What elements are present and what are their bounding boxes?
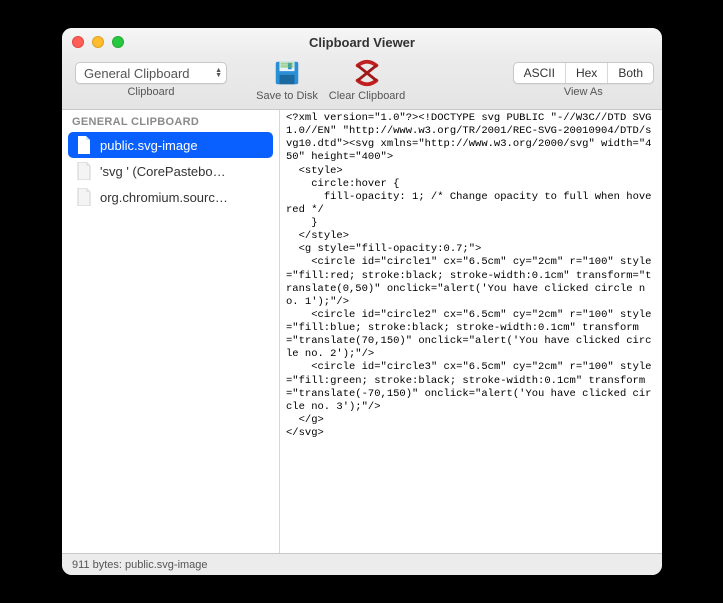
clipboard-group-label: Clipboard xyxy=(127,86,174,98)
status-bar: 911 bytes: public.svg-image xyxy=(62,553,662,575)
file-icon xyxy=(76,162,92,180)
minimize-window-button[interactable] xyxy=(92,36,104,48)
sidebar-item-svg-corepasteboard[interactable]: 'svg ' (CorePastebo… xyxy=(62,158,279,184)
view-as-segmented-control: ASCII Hex Both xyxy=(513,62,654,84)
viewas-group-label: View As xyxy=(564,86,603,98)
sidebar-item-label: org.chromium.sourc… xyxy=(100,190,228,205)
app-window: Clipboard Viewer General Clipboard ▲▼ Cl… xyxy=(62,28,662,575)
floppy-disk-icon xyxy=(272,58,302,88)
clipboard-select-value: General Clipboard xyxy=(84,66,190,81)
content-pane[interactable]: <?xml version="1.0"?><!DOCTYPE svg PUBLI… xyxy=(280,110,662,553)
view-as-hex[interactable]: Hex xyxy=(566,63,608,83)
sidebar: GENERAL CLIPBOARD public.svg-image 'svg … xyxy=(62,110,280,553)
clear-group-label: Clear Clipboard xyxy=(329,90,405,102)
traffic-lights xyxy=(72,36,124,48)
window-title: Clipboard Viewer xyxy=(62,35,662,50)
toolbar: General Clipboard ▲▼ Clipboard xyxy=(62,56,662,110)
sidebar-item-label: public.svg-image xyxy=(100,138,198,153)
status-text: 911 bytes: public.svg-image xyxy=(72,559,208,571)
close-window-button[interactable] xyxy=(72,36,84,48)
sidebar-item-org-chromium-source[interactable]: org.chromium.sourc… xyxy=(62,184,279,210)
content-row: GENERAL CLIPBOARD public.svg-image 'svg … xyxy=(62,110,662,553)
sidebar-item-public-svg-image[interactable]: public.svg-image xyxy=(68,132,273,158)
clear-clipboard-button[interactable] xyxy=(347,58,387,88)
content-text: <?xml version="1.0"?><!DOCTYPE svg PUBLI… xyxy=(280,110,662,442)
save-to-disk-button[interactable] xyxy=(267,58,307,88)
sidebar-item-label: 'svg ' (CorePastebo… xyxy=(100,164,226,179)
save-group-label: Save to Disk xyxy=(256,90,318,102)
x-icon xyxy=(352,58,382,88)
chevron-updown-icon: ▲▼ xyxy=(215,68,222,78)
maximize-window-button[interactable] xyxy=(112,36,124,48)
file-icon xyxy=(76,136,92,154)
view-as-both[interactable]: Both xyxy=(608,63,653,83)
sidebar-header: GENERAL CLIPBOARD xyxy=(62,110,279,132)
file-icon xyxy=(76,188,92,206)
titlebar[interactable]: Clipboard Viewer xyxy=(62,28,662,56)
view-as-ascii[interactable]: ASCII xyxy=(514,63,566,83)
clipboard-select[interactable]: General Clipboard ▲▼ xyxy=(75,62,227,84)
